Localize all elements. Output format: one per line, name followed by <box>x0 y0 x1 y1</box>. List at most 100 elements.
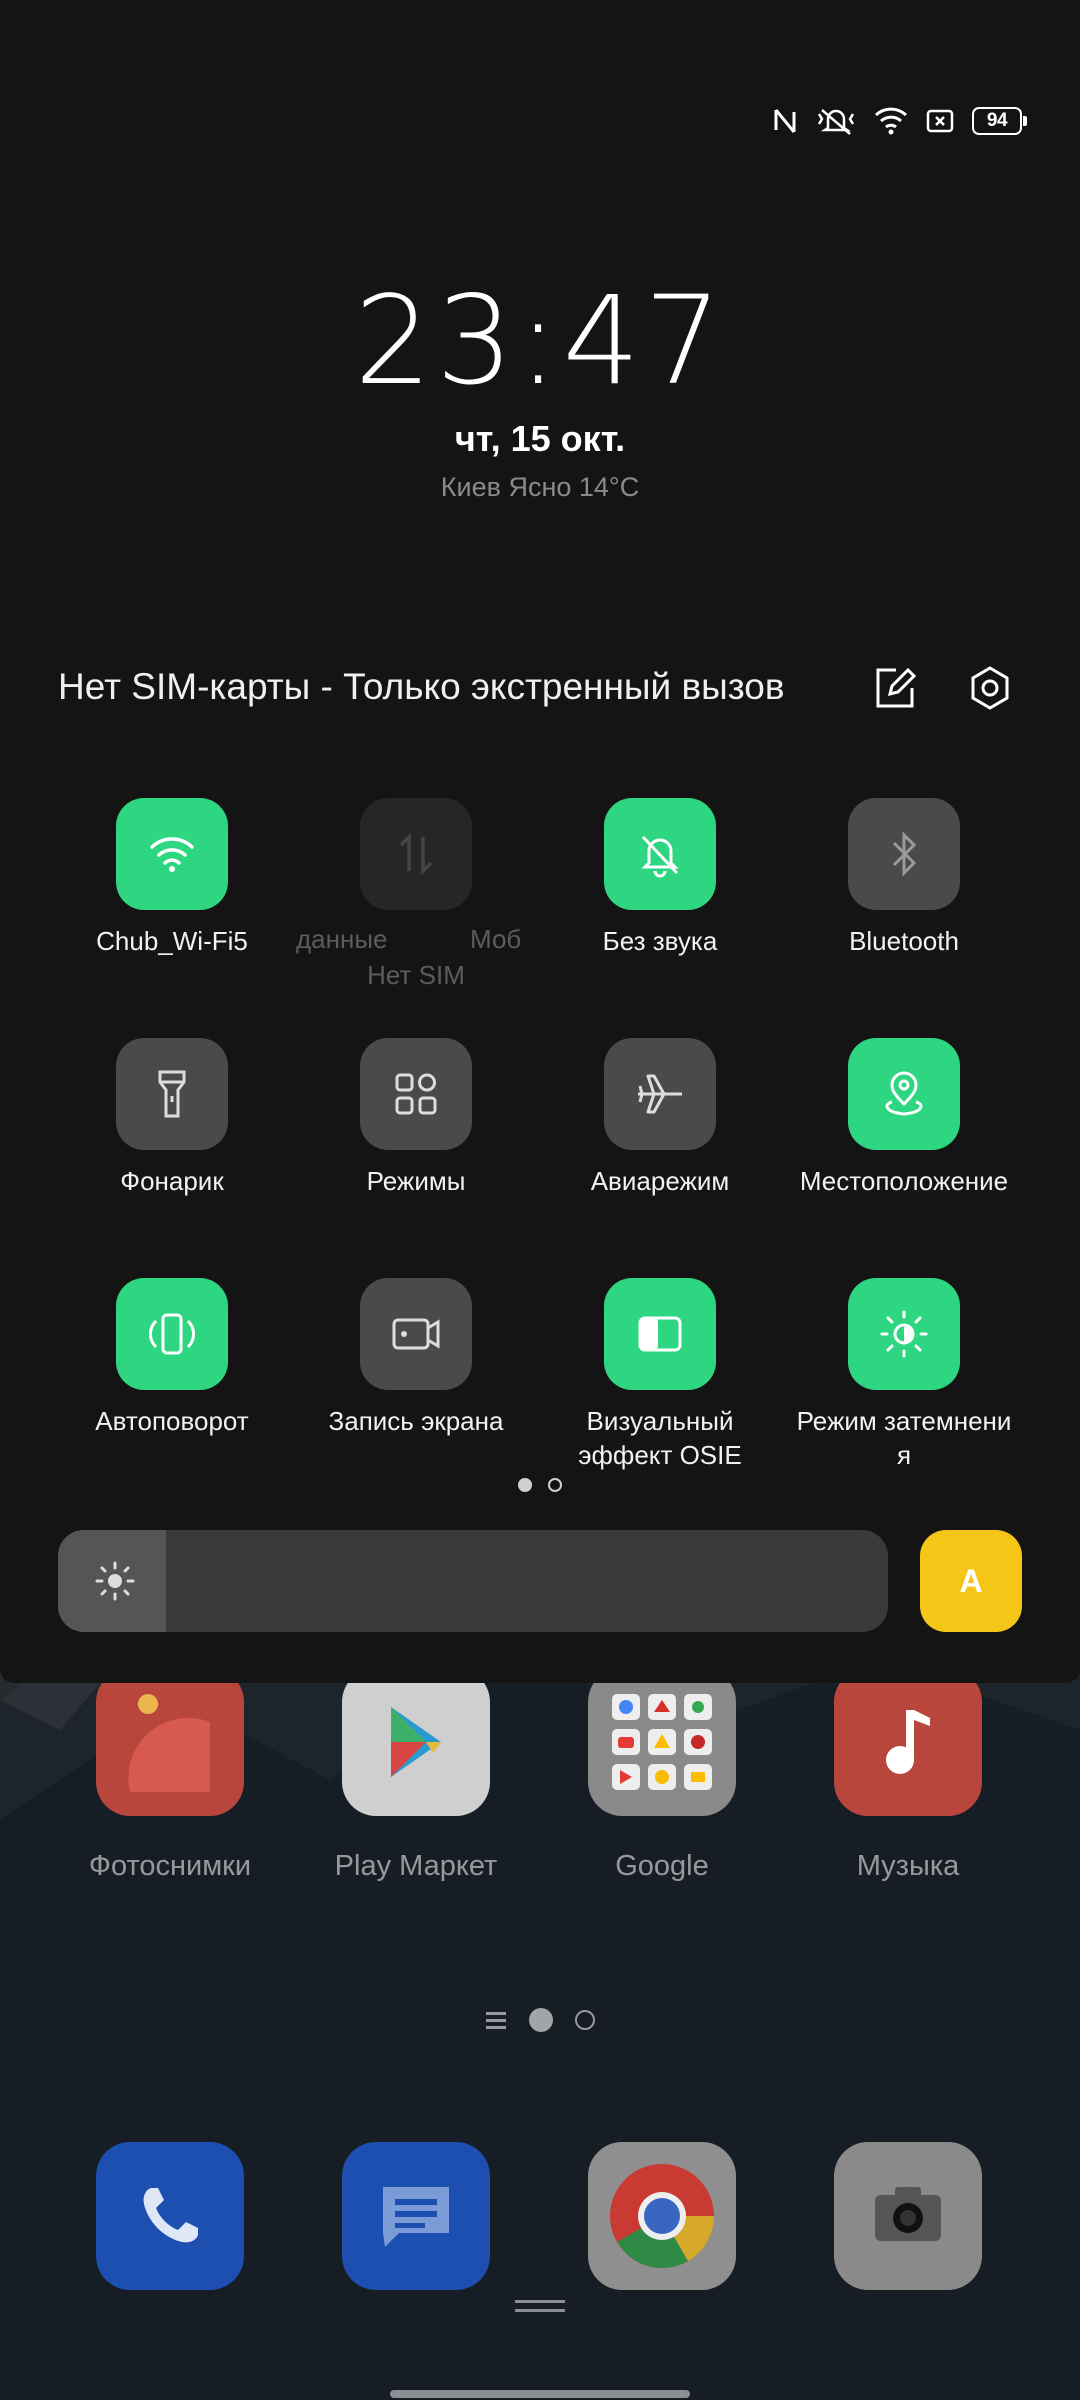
tile-osie-button[interactable] <box>604 1278 716 1390</box>
tile-screen-record[interactable]: Запись экрана <box>294 1278 538 1438</box>
edit-tiles-button[interactable] <box>866 660 922 716</box>
page-dot-active <box>518 1478 532 1492</box>
tile-label-part: данные <box>296 924 388 954</box>
app-music[interactable]: Музыка <box>808 1668 1008 1883</box>
airplane-icon <box>638 1074 682 1114</box>
gesture-bar[interactable] <box>390 2390 690 2398</box>
google-folder-icon <box>588 1668 736 1816</box>
tile-label-scrolling: данные Моб <box>294 924 538 958</box>
tile-flashlight[interactable]: Фонарик <box>50 1038 294 1198</box>
photos-icon <box>96 1668 244 1816</box>
tile-sublabel: Нет SIM <box>367 960 465 990</box>
flashlight-icon <box>158 1070 186 1118</box>
tile-label: Без звука <box>602 926 718 956</box>
tile-label: Chub_Wi-Fi5 <box>96 926 248 956</box>
chrome-icon <box>610 2164 714 2268</box>
app-play-store[interactable]: Play Маркет <box>316 1668 516 1883</box>
auto-brightness-button[interactable]: A <box>920 1530 1022 1632</box>
tile-label-line2: я <box>896 1440 912 1470</box>
mobile-data-icon <box>399 832 433 876</box>
settings-button[interactable] <box>962 660 1018 716</box>
dim-mode-icon <box>880 1310 928 1358</box>
drawer-handle[interactable] <box>515 2300 565 2314</box>
dock-chrome[interactable] <box>588 2142 736 2290</box>
silent-bell-icon <box>641 835 679 878</box>
modes-icon <box>395 1073 437 1115</box>
tile-modes[interactable]: Режимы <box>294 1038 538 1198</box>
tile-silent[interactable]: Без звука <box>538 798 782 958</box>
brightness-icon <box>95 1561 135 1601</box>
app-label: Play Маркет <box>334 1850 498 1882</box>
wifi-icon <box>874 107 908 135</box>
auto-rotate-icon <box>149 1313 195 1355</box>
tile-label-part: Моб <box>470 924 522 954</box>
vibrate-icon <box>817 109 855 135</box>
status-bar: 94 <box>772 104 1027 138</box>
home-page-indicator <box>0 2008 1080 2032</box>
messages-icon <box>383 2187 449 2247</box>
tile-wifi[interactable]: Chub_Wi-Fi5 <box>50 798 294 958</box>
tile-wifi-button[interactable] <box>116 798 228 910</box>
camera-icon <box>875 2187 941 2241</box>
sim-status-text: Нет SIM-карты - Только экстренный вызов <box>58 666 785 707</box>
nfc-icon <box>774 109 796 133</box>
tile-mobile-data-button[interactable] <box>360 798 472 910</box>
tile-label: Режимы <box>366 1166 466 1196</box>
play-store-icon <box>342 1668 490 1816</box>
wifi-icon <box>150 837 194 872</box>
dock-messages[interactable] <box>342 2142 490 2290</box>
tile-screen-record-button[interactable] <box>360 1278 472 1390</box>
music-icon <box>834 1668 982 1816</box>
no-sim-icon <box>926 109 954 133</box>
tile-auto-rotate[interactable]: Автоповорот <box>50 1278 294 1438</box>
page-dot <box>548 1478 562 1492</box>
location-icon <box>885 1071 923 1116</box>
tile-label: Запись экрана <box>328 1406 504 1436</box>
tile-silent-button[interactable] <box>604 798 716 910</box>
app-drawer-icon[interactable] <box>485 2009 507 2031</box>
brightness-slider[interactable] <box>58 1530 888 1632</box>
tile-label: Bluetooth <box>849 926 959 956</box>
bluetooth-icon <box>892 831 917 877</box>
app-photos[interactable]: Фотоснимки <box>70 1668 270 1883</box>
app-label: Google <box>615 1850 709 1882</box>
tile-label-line1: Режим затемнени <box>796 1406 1012 1436</box>
tile-label-line2: эффект OSIE <box>578 1440 742 1470</box>
tile-label-line1: Визуальный <box>586 1406 734 1436</box>
tile-label: Фонарик <box>120 1166 224 1196</box>
phone-icon <box>143 2188 198 2243</box>
tile-dim-mode[interactable]: Режим затемнени я <box>782 1278 1026 1472</box>
battery-indicator: 94 <box>972 107 1027 135</box>
tile-flashlight-button[interactable] <box>116 1038 228 1150</box>
app-label: Музыка <box>856 1850 960 1882</box>
tile-auto-rotate-button[interactable] <box>116 1278 228 1390</box>
tile-airplane[interactable]: Авиарежим <box>538 1038 782 1198</box>
screen-record-icon <box>392 1318 440 1350</box>
osie-icon <box>638 1316 682 1352</box>
settings-icon <box>971 666 1009 710</box>
lockscreen-date: чт, 15 окт. <box>454 418 626 459</box>
lockscreen-clock: 23:47 <box>354 270 726 412</box>
tile-dim-mode-button[interactable] <box>848 1278 960 1390</box>
tile-label: Авиарежим <box>590 1166 730 1196</box>
lockscreen-weather: Киев Ясно 14°C <box>440 472 640 502</box>
dock-camera[interactable] <box>834 2142 982 2290</box>
quick-settings-page-indicator <box>0 1478 1080 1492</box>
edit-icon <box>876 667 916 708</box>
app-label: Фотоснимки <box>88 1850 252 1882</box>
page-dot <box>575 2010 595 2030</box>
page-dot-active <box>529 2008 553 2032</box>
tile-modes-button[interactable] <box>360 1038 472 1150</box>
dock-phone[interactable] <box>96 2142 244 2290</box>
tile-label: Автоповорот <box>95 1406 249 1436</box>
tile-mobile-data[interactable]: данные Моб Нет SIM <box>294 798 538 992</box>
tile-airplane-button[interactable] <box>604 1038 716 1150</box>
quick-settings-panel: 94 23:47 чт, 15 окт. Киев Ясно 14°C Нет … <box>0 0 1080 1683</box>
tile-location[interactable]: Местоположение <box>782 1038 1026 1198</box>
tile-location-button[interactable] <box>848 1038 960 1150</box>
tile-bluetooth-button[interactable] <box>848 798 960 910</box>
app-google-folder[interactable]: Google <box>562 1668 762 1883</box>
tile-label: Местоположение <box>799 1166 1009 1196</box>
tile-bluetooth[interactable]: Bluetooth <box>782 798 1026 958</box>
tile-osie[interactable]: Визуальный эффект OSIE <box>538 1278 782 1472</box>
